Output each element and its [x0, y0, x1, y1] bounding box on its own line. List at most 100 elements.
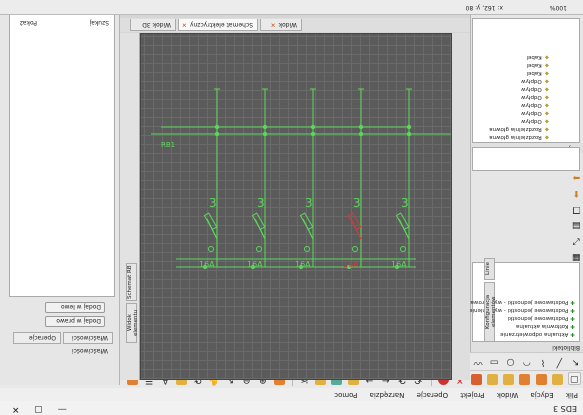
phase-mark: 3 [209, 196, 217, 210]
menu-operations[interactable]: Operacje [412, 391, 454, 401]
tab-view[interactable]: Widok✕ [260, 19, 302, 31]
terminal [304, 246, 310, 252]
copy-icon[interactable]: ❐ [571, 203, 582, 214]
breaker-rating: 16A [199, 260, 215, 269]
new-icon[interactable]: ▢ [568, 372, 581, 385]
tree-item[interactable]: ◆Odpływ [521, 102, 549, 108]
menu-help[interactable]: Pomoc [329, 391, 362, 401]
export-icon[interactable] [486, 374, 498, 385]
phase-mark: 3 [305, 196, 313, 210]
window-controls[interactable]: — ▢ ✕ [6, 404, 67, 414]
breaker-rating: 16A [391, 260, 407, 269]
tab-element-config[interactable]: Konfiguracja elementów [484, 282, 497, 342]
right-panel-header: Właściwości [71, 347, 108, 354]
close-icon: ✕ [270, 21, 276, 28]
feeder: 16A 3 [247, 88, 268, 269]
fuse-symbol [251, 212, 266, 231]
tree-item[interactable]: ◆Rozdzielnia główna [489, 134, 549, 140]
left-side-tools: ▦ ⤢ ▤ ❐ ⬆ ➡ ⬅ [571, 156, 583, 267]
tree-item[interactable]: ◆Odpływ [521, 94, 549, 100]
menu-edit[interactable]: Edycja [526, 391, 559, 401]
save-icon[interactable] [535, 374, 547, 385]
right-panel-content [9, 14, 115, 297]
canvas-left-gutter [452, 33, 470, 380]
phase-mark: 3 [401, 196, 409, 210]
list-item[interactable]: ✚Podstawowe jednostki [508, 315, 575, 321]
rectangle-icon[interactable]: ▭ [489, 356, 500, 367]
tab-schematic[interactable]: Schemat elektryczny✕ [178, 19, 258, 31]
search-link[interactable]: Szukaj [90, 19, 109, 26]
tree-item[interactable]: ◆Rozdzielnia główna [489, 126, 549, 132]
phase-mark: 3 [257, 196, 265, 210]
right-panel-tabs: Właściwości Operacje [9, 331, 115, 345]
menu-view[interactable]: Widok [492, 391, 524, 401]
title-bar: EDS 3 — ▢ ✕ [0, 400, 583, 415]
select-icon[interactable]: ↖ [570, 356, 581, 367]
show-link[interactable]: Pokaż [20, 19, 37, 26]
add-right-button[interactable]: Dodaj w prawo [45, 316, 105, 327]
print-icon[interactable] [503, 374, 515, 385]
junction-dot [310, 131, 316, 137]
terminal [256, 246, 262, 252]
page-icon[interactable]: ▤ [571, 219, 582, 230]
breaker-rating: 16A [247, 260, 263, 269]
schematic-canvas[interactable]: 16A 3 16A 3 16A 3 16A 3 16A 3 RB1 [140, 33, 452, 380]
arc-icon[interactable]: ◠ [521, 356, 532, 367]
junction-dot [358, 131, 364, 137]
status-bar: 100% x: 162, y: 80 [0, 0, 583, 15]
app-title: EDS 3 [553, 404, 577, 413]
fuse-symbol [347, 212, 362, 231]
terminal [400, 246, 406, 252]
list-item[interactable]: ✚Aktualna odpowietrzanie [500, 331, 575, 337]
arrow-up-icon[interactable]: ⬆ [571, 187, 582, 198]
tree-item[interactable]: ◆Odpływ [521, 86, 549, 92]
project-props [472, 147, 580, 171]
save-as-icon[interactable] [519, 374, 531, 385]
feeder: 16A 3 [343, 88, 364, 269]
right-panel-footer: Szukaj Pokaż [2, 15, 117, 29]
tab-operations[interactable]: Operacje [13, 332, 61, 344]
close-icon: ✕ [181, 21, 187, 28]
tab-3d-view[interactable]: Widok 3D [130, 19, 176, 31]
tree-item[interactable]: ◆Kabel [526, 62, 549, 68]
fuse-symbol [299, 212, 314, 231]
arrow-right-side-icon[interactable]: ➡ [571, 171, 582, 182]
tab-properties[interactable]: Właściwości [63, 332, 113, 344]
grid-view-icon[interactable]: ▦ [571, 251, 582, 262]
left-panel-header: Biblioteki [471, 342, 583, 352]
bus-label: RB1 [161, 141, 175, 149]
import-icon[interactable] [470, 374, 482, 385]
open-icon[interactable] [551, 374, 563, 385]
line-icon[interactable]: ╱ [554, 356, 565, 367]
polyline-icon[interactable]: ⌇ [538, 356, 549, 367]
schematic-drawing: 16A 3 16A 3 16A 3 16A 3 16A 3 RB1 [151, 88, 451, 269]
tree-item[interactable]: ◆Odpływ [521, 78, 549, 84]
list-item[interactable]: ✚Kotłownia aktualna [516, 323, 575, 329]
junction-dot [406, 131, 412, 137]
menu-bar: Plik Edycja Widok Projekt Operacje Narzę… [0, 387, 583, 401]
tab-lines[interactable]: Linie [484, 258, 495, 280]
tree-item[interactable]: ◆Odpływ [521, 118, 549, 124]
terminal [208, 246, 214, 252]
tree-item[interactable]: ◆Odpływ [521, 110, 549, 116]
tree-item[interactable]: ◆Kabel [526, 54, 549, 60]
menu-project[interactable]: Projekt [455, 391, 489, 401]
junction-dot [262, 131, 268, 137]
tree-item[interactable]: ◆Kabel [526, 70, 549, 76]
menu-file[interactable]: Plik [561, 391, 583, 401]
circle-icon[interactable]: ○ [505, 356, 516, 367]
breaker-rating: 16A [343, 260, 359, 269]
junction-dot [214, 131, 220, 137]
fit-icon[interactable]: ⤢ [571, 235, 582, 246]
cursor-coords: x: 162, y: 80 [465, 4, 503, 11]
terminal [352, 246, 358, 252]
add-left-button[interactable]: Dodaj w lewo [45, 302, 105, 313]
feeder: 16A 3 [199, 88, 220, 269]
wire-icon[interactable]: 〰 [473, 356, 484, 367]
fuse-symbol [395, 212, 410, 231]
tab-element-view[interactable]: Widok elementu [126, 303, 139, 343]
feeder: 16A 3 [391, 88, 412, 269]
breaker-rating: 16A [295, 260, 311, 269]
tab-rb-schematic[interactable]: Schemat RB [126, 263, 137, 301]
menu-tools[interactable]: Narzędzia [365, 391, 410, 401]
